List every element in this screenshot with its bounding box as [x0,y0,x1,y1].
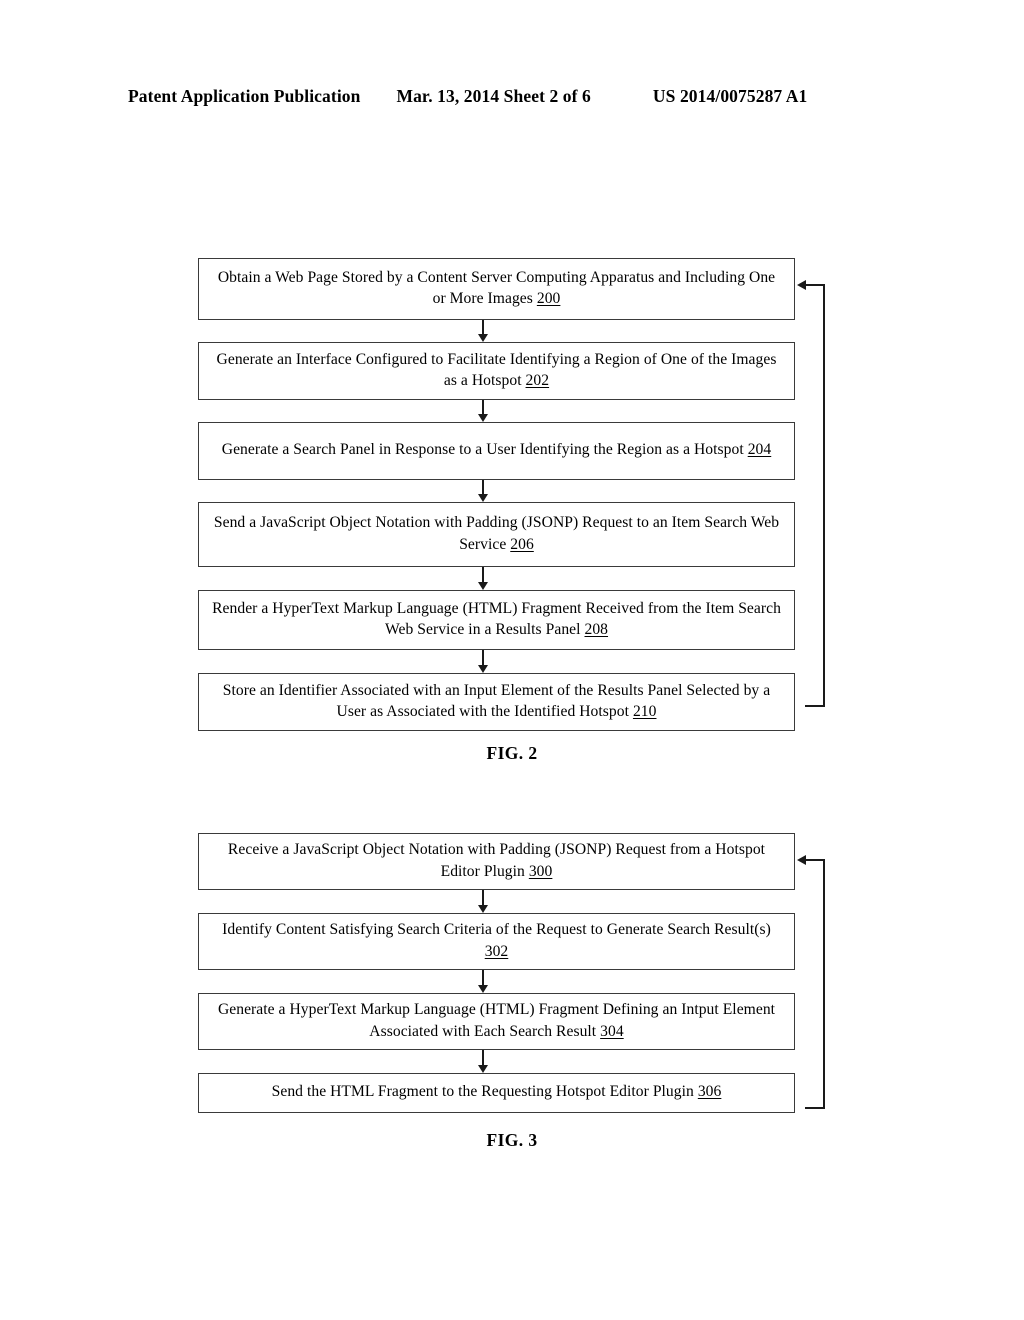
connector-208-210 [477,650,489,673]
flow-step-302-text: Identify Content Satisfying Search Crite… [222,921,771,960]
flow-step-304-text: Generate a HyperText Markup Language (HT… [217,1001,776,1040]
connector-stem [482,480,484,494]
arrowhead-icon [478,582,488,590]
connector-stem [482,567,484,582]
flow-step-204-text: Generate a Search Panel in Response to a… [221,441,772,459]
connector-stem [482,1050,484,1065]
flow-step-206: Send a JavaScript Object Notation with P… [198,502,795,567]
arrowhead-icon [478,1065,488,1073]
flow-step-300: Receive a JavaScript Object Notation wit… [198,833,795,890]
connector-stem [482,890,484,905]
figure-2: Obtain a Web Page Stored by a Content Se… [0,258,1024,763]
arrowhead-icon [478,985,488,993]
arrowhead-icon [478,905,488,913]
feedback-loop-210-to-200 [795,280,825,707]
connector-202-204 [477,400,489,422]
header-date-sheet: Mar. 13, 2014 Sheet 2 of 6 [396,86,591,106]
connector-stem [482,970,484,985]
flow-step-210: Store an Identifier Associated with an I… [198,673,795,731]
connector-204-206 [477,480,489,502]
loop-segment-top [806,859,825,861]
arrowhead-icon [478,494,488,502]
flow-step-200-text: Obtain a Web Page Stored by a Content Se… [217,268,776,307]
loop-segment-top [806,284,825,286]
connector-302-304 [477,970,489,993]
figure-3-caption: FIG. 3 [486,1130,538,1150]
flow-step-300-text: Receive a JavaScript Object Notation wit… [227,841,766,880]
loop-segment-vertical [823,859,825,1109]
connector-304-306 [477,1050,489,1073]
arrowhead-icon [478,414,488,422]
loop-segment-bottom [805,705,825,707]
connector-stem [482,650,484,665]
feedback-loop-306-to-300 [795,855,825,1109]
loop-segment-bottom [805,1107,825,1109]
flow-step-302: Identify Content Satisfying Search Crite… [198,913,795,970]
arrowhead-icon [478,334,488,342]
flow-step-306: Send the HTML Fragment to the Requesting… [198,1073,795,1113]
flow-step-306-text: Send the HTML Fragment to the Requesting… [271,1083,722,1101]
loop-segment-vertical [823,284,825,707]
flow-step-202-text: Generate an Interface Configured to Faci… [216,350,777,389]
connector-stem [482,320,484,334]
connector-200-202 [477,320,489,342]
arrowhead-icon [797,280,806,290]
flow-step-210-text: Store an Identifier Associated with an I… [222,681,771,720]
flow-step-200: Obtain a Web Page Stored by a Content Se… [198,258,795,320]
flow-step-202: Generate an Interface Configured to Faci… [198,342,795,400]
figure-2-caption: FIG. 2 [486,743,538,763]
flow-step-206-text: Send a JavaScript Object Notation with P… [213,514,780,553]
flow-step-208: Render a HyperText Markup Language (HTML… [198,590,795,650]
arrowhead-icon [797,855,806,865]
flow-step-204: Generate a Search Panel in Response to a… [198,422,795,480]
connector-206-208 [477,567,489,590]
figure-3: Receive a JavaScript Object Notation wit… [0,833,1024,1178]
header-publication-label: Patent Application Publication [128,86,361,106]
connector-stem [482,400,484,414]
flow-step-304: Generate a HyperText Markup Language (HT… [198,993,795,1050]
header-patent-number: US 2014/0075287 A1 [652,86,808,106]
page-header: Patent Application Publication Mar. 13, … [128,86,896,112]
arrowhead-icon [478,665,488,673]
flow-step-208-text: Render a HyperText Markup Language (HTML… [212,599,781,638]
connector-300-302 [477,890,489,913]
